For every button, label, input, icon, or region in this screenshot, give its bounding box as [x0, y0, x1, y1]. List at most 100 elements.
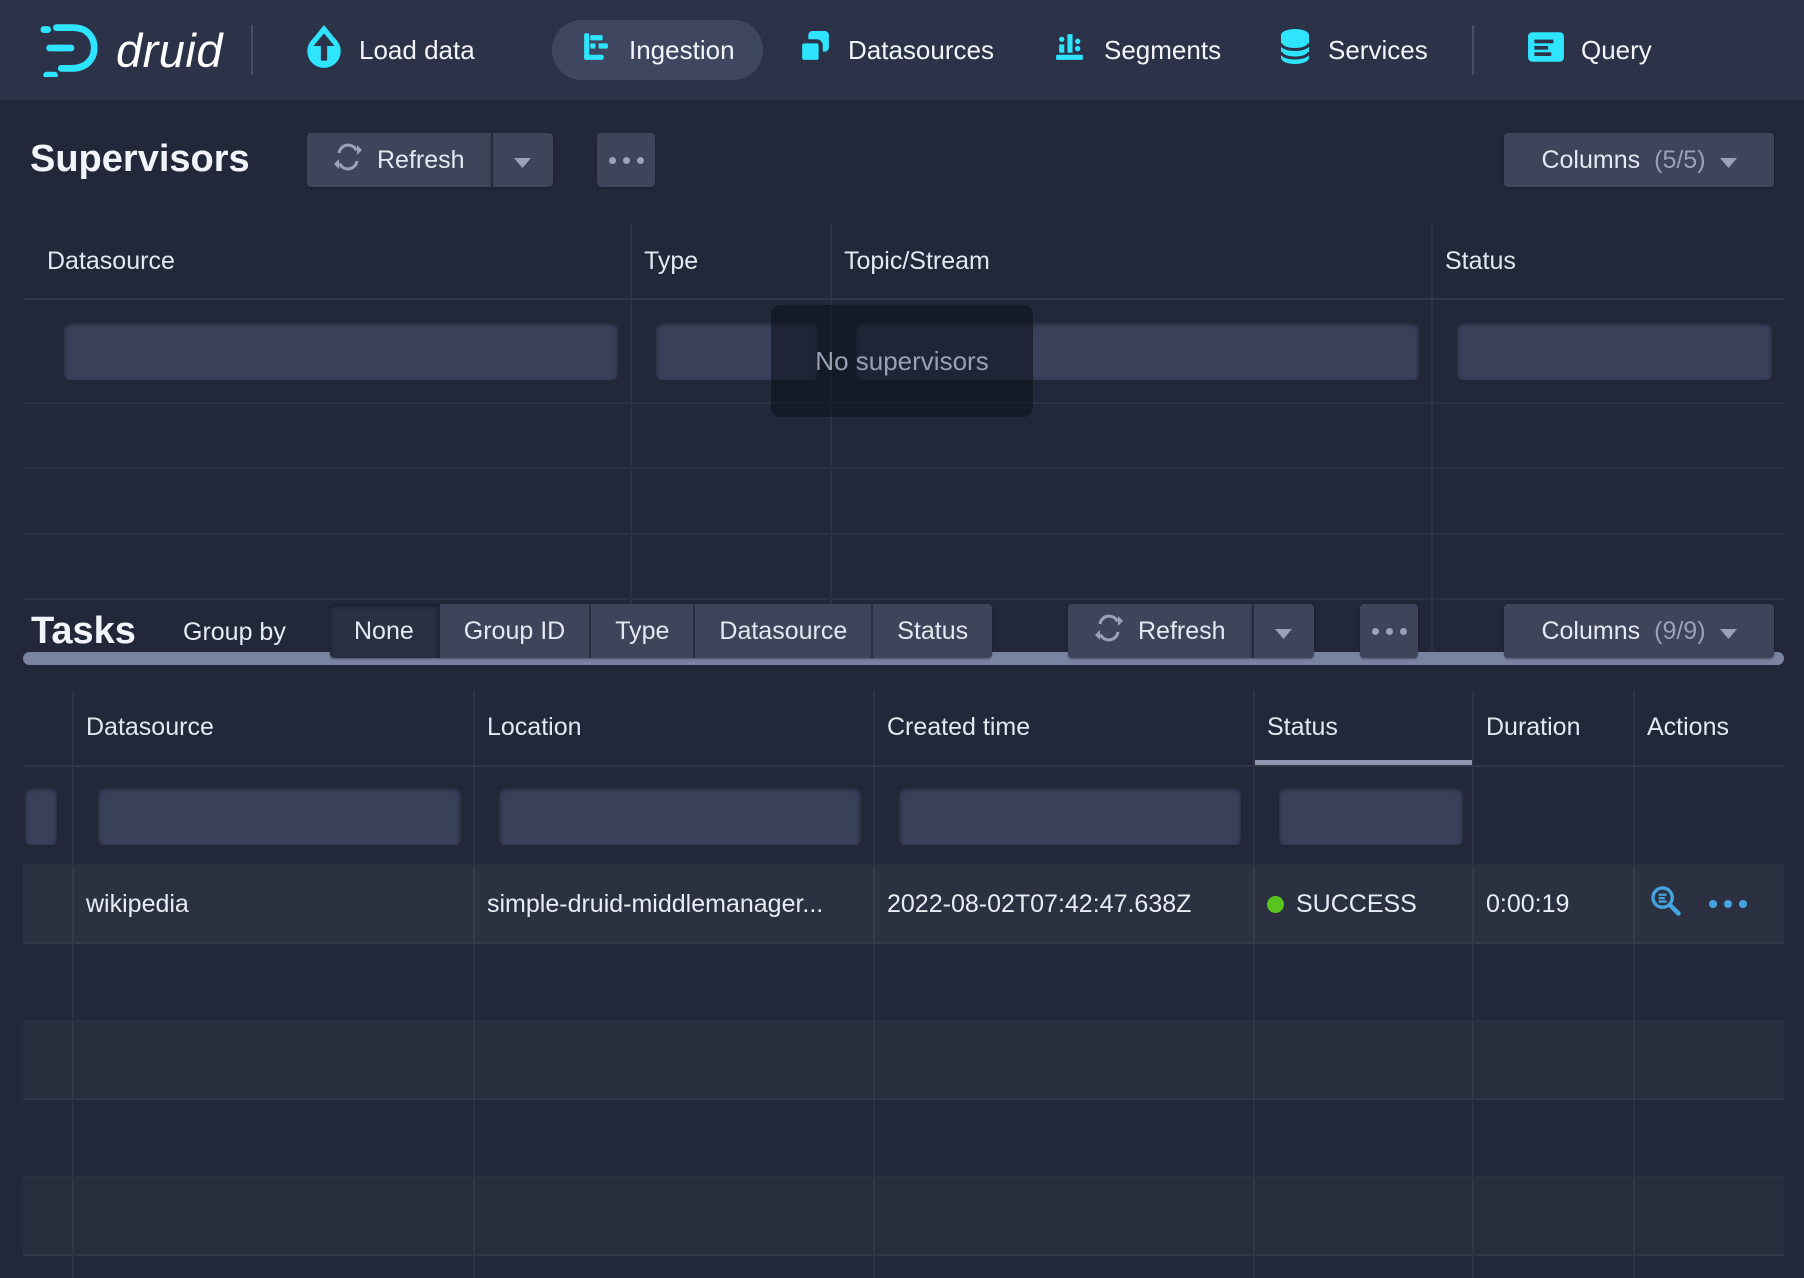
- supervisors-columns-label: Columns: [1541, 146, 1640, 175]
- nav-query-label: Query: [1581, 35, 1652, 66]
- group-by-status-button[interactable]: Status: [873, 604, 992, 658]
- tasks-col-datasource[interactable]: Datasource: [72, 690, 473, 765]
- tasks-location-filter-input[interactable]: [499, 787, 861, 845]
- druid-logo[interactable]: druid: [38, 0, 223, 100]
- datasources-layers-icon: [797, 29, 832, 71]
- group-by-type-button[interactable]: Type: [591, 604, 695, 658]
- tasks-refresh-split-button: Refresh: [1068, 604, 1314, 658]
- supervisors-col-type[interactable]: Type: [630, 224, 830, 298]
- group-by-segmented-control: None Group ID Type Datasource Status: [330, 604, 992, 658]
- nav-datasources-label: Datasources: [848, 35, 994, 66]
- no-supervisors-message: No supervisors: [771, 305, 1033, 417]
- task-actions-more-icon[interactable]: [1709, 900, 1747, 908]
- table-row: [23, 1100, 1784, 1178]
- nav-services[interactable]: Services: [1278, 0, 1428, 100]
- top-nav: druid Load data Ingestion: [0, 0, 1804, 100]
- tasks-table: Datasource Location Created time Status …: [23, 690, 1784, 1278]
- nav-divider: [251, 25, 253, 75]
- task-actions-cell: [1633, 866, 1784, 942]
- tasks-columns-button[interactable]: Columns (9/9): [1504, 604, 1774, 658]
- supervisors-col-topic-stream[interactable]: Topic/Stream: [830, 224, 1431, 298]
- supervisors-refresh-split-button: Refresh: [307, 133, 553, 187]
- table-row: [23, 944, 1784, 1022]
- druid-logo-icon: [38, 19, 102, 82]
- tasks-columns-label: Columns: [1541, 617, 1640, 646]
- tasks-created-time-filter-input[interactable]: [899, 787, 1241, 845]
- tasks-col-status[interactable]: Status: [1253, 690, 1472, 765]
- tasks-col-actions[interactable]: Actions: [1633, 690, 1784, 765]
- table-row: [23, 1178, 1784, 1256]
- task-detail-magnifier-icon[interactable]: [1649, 884, 1683, 925]
- tasks-columns-count: (9/9): [1654, 617, 1705, 646]
- nav-segments-label: Segments: [1104, 35, 1221, 66]
- more-icon: [609, 157, 644, 164]
- supervisors-title: Supervisors: [30, 138, 250, 181]
- chevron-down-icon: [1275, 617, 1292, 646]
- tasks-more-button[interactable]: [1360, 604, 1418, 658]
- tasks-clipped-filter-input[interactable]: [25, 787, 57, 845]
- supervisors-header-row: Datasource Type Topic/Stream Status: [23, 224, 1784, 300]
- table-row: [23, 469, 1784, 535]
- task-location-cell: simple-druid-middlemanager...: [473, 866, 873, 942]
- table-row: [23, 535, 1784, 600]
- table-row: [23, 1256, 1784, 1278]
- chevron-down-icon: [1720, 617, 1737, 646]
- status-dot: [1267, 896, 1284, 913]
- status-badge: SUCCESS: [1296, 890, 1417, 919]
- supervisors-columns-button[interactable]: Columns (5/5): [1504, 133, 1774, 187]
- services-database-icon: [1278, 27, 1312, 74]
- tasks-refresh-label: Refresh: [1138, 617, 1226, 646]
- tasks-col-status-label: Status: [1267, 713, 1338, 742]
- segments-bar-chart-icon: [1053, 29, 1088, 71]
- nav-ingestion[interactable]: Ingestion: [552, 20, 763, 80]
- tasks-col-clipped: [23, 690, 72, 765]
- nav-segments[interactable]: Segments: [1053, 0, 1221, 100]
- group-by-group-id-button[interactable]: Group ID: [440, 604, 591, 658]
- nav-datasources[interactable]: Datasources: [797, 0, 994, 100]
- refresh-icon: [333, 142, 363, 179]
- query-console-icon: [1527, 31, 1565, 70]
- tasks-col-duration[interactable]: Duration: [1472, 690, 1633, 765]
- tasks-datasource-filter-input[interactable]: [98, 787, 461, 845]
- group-by-label: Group by: [183, 618, 286, 647]
- supervisors-more-button[interactable]: [597, 133, 655, 187]
- tasks-refresh-button[interactable]: Refresh: [1068, 604, 1252, 658]
- task-row-wikipedia[interactable]: wikipedia simple-druid-middlemanager... …: [23, 866, 1784, 944]
- supervisors-table: Datasource Type Topic/Stream Status No s…: [23, 224, 1784, 665]
- nav-divider-2: [1472, 25, 1474, 75]
- task-status-cell: SUCCESS: [1253, 866, 1472, 942]
- supervisors-refresh-caret-button[interactable]: [491, 133, 553, 187]
- nav-ingestion-label: Ingestion: [629, 35, 735, 66]
- sort-indicator: [1255, 760, 1472, 765]
- more-icon: [1372, 628, 1407, 635]
- tasks-status-filter-input[interactable]: [1279, 787, 1463, 845]
- tasks-filter-row: [23, 767, 1784, 866]
- task-datasource-cell: wikipedia: [72, 866, 473, 942]
- ingestion-chart-icon: [580, 30, 613, 70]
- tasks-title: Tasks: [31, 610, 136, 653]
- tasks-refresh-caret-button[interactable]: [1252, 604, 1314, 658]
- druid-logo-text: druid: [116, 23, 223, 78]
- nav-query[interactable]: Query: [1527, 0, 1652, 100]
- table-row: [23, 1022, 1784, 1100]
- task-duration-cell: 0:00:19: [1472, 866, 1633, 942]
- group-by-none-button[interactable]: None: [330, 604, 440, 658]
- group-by-datasource-button[interactable]: Datasource: [695, 604, 873, 658]
- supervisors-refresh-button[interactable]: Refresh: [307, 133, 491, 187]
- chevron-down-icon: [1720, 146, 1737, 175]
- chevron-down-icon: [514, 146, 531, 175]
- task-created-time-cell: 2022-08-02T07:42:47.638Z: [873, 866, 1253, 942]
- supervisors-col-datasource[interactable]: Datasource: [23, 224, 630, 298]
- nav-load-data-label: Load data: [359, 35, 475, 66]
- tasks-col-location[interactable]: Location: [473, 690, 873, 765]
- supervisors-col-status[interactable]: Status: [1431, 224, 1784, 298]
- supervisors-datasource-filter-input[interactable]: [64, 322, 618, 380]
- nav-load-data[interactable]: Load data: [305, 0, 475, 100]
- supervisors-status-filter-input[interactable]: [1457, 322, 1772, 380]
- nav-services-label: Services: [1328, 35, 1428, 66]
- supervisors-refresh-label: Refresh: [377, 146, 465, 175]
- supervisors-columns-count: (5/5): [1654, 146, 1705, 175]
- refresh-icon: [1094, 613, 1124, 650]
- tasks-col-created-time[interactable]: Created time: [873, 690, 1253, 765]
- upload-icon: [305, 24, 343, 77]
